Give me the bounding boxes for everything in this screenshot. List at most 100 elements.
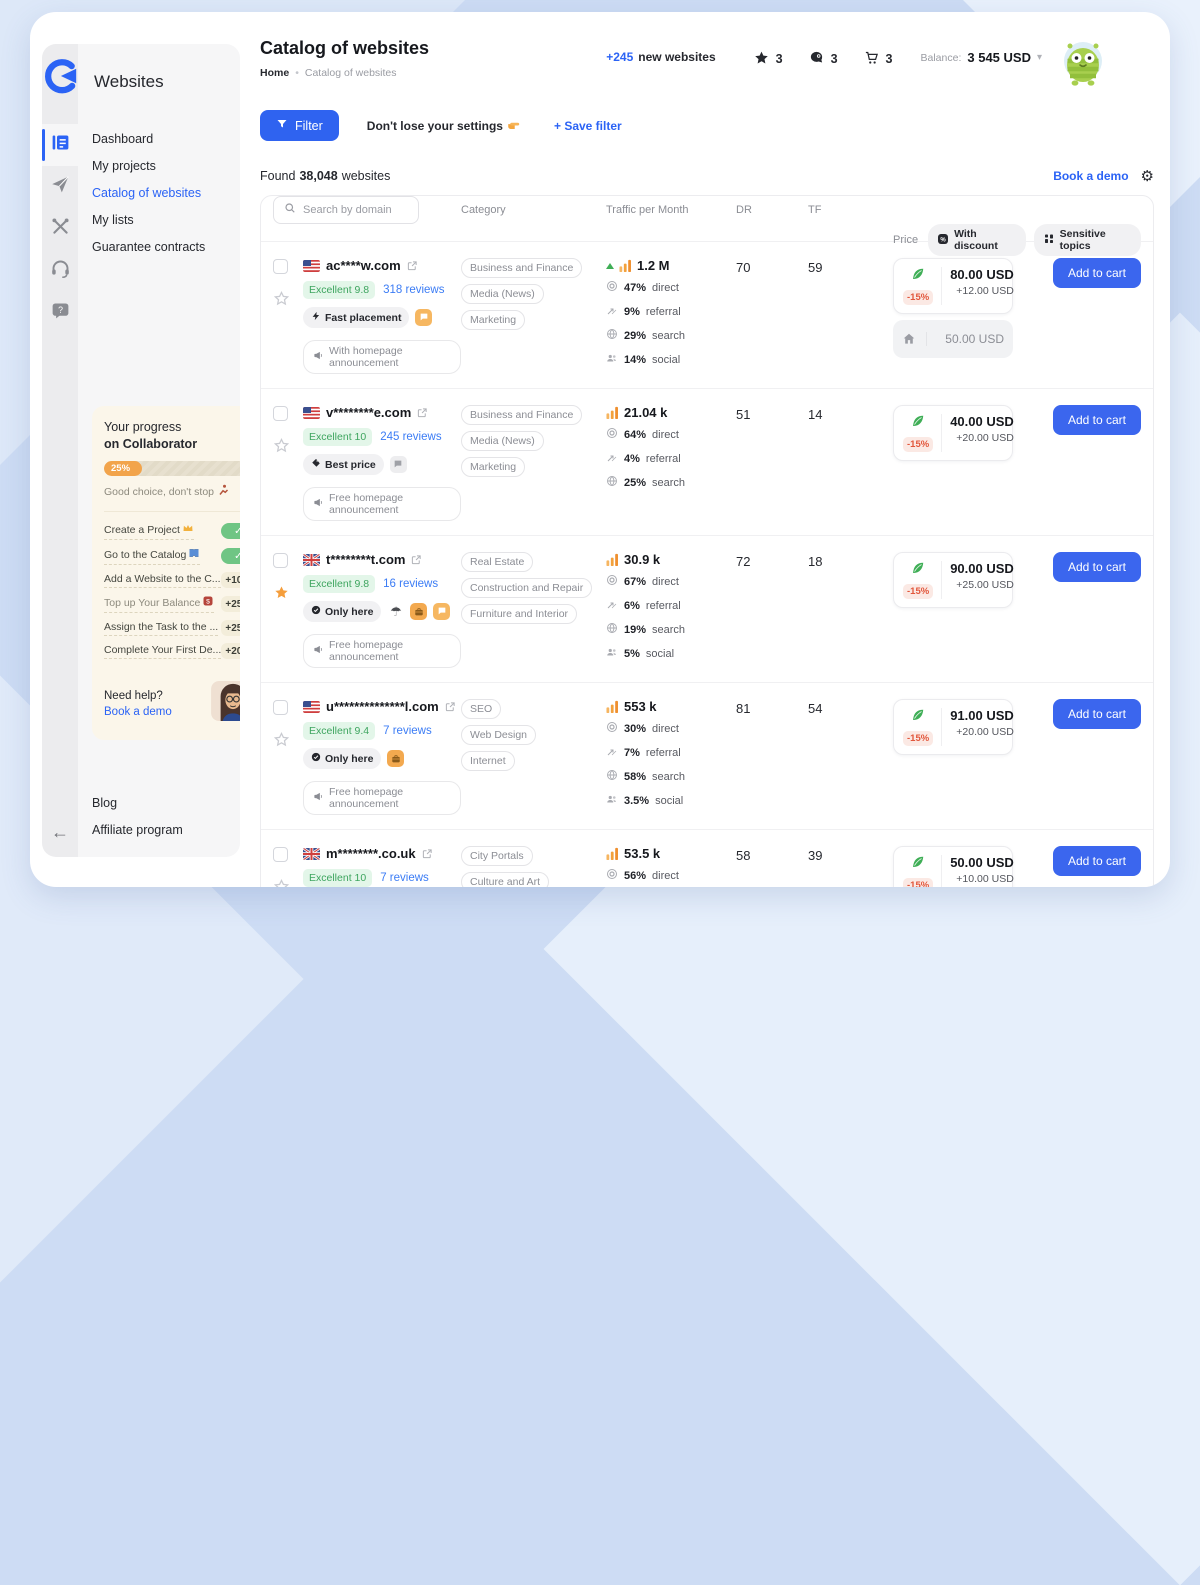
sidebar-title: Websites xyxy=(94,72,240,92)
domain-name[interactable]: m********.co.uk xyxy=(326,846,416,861)
gear-icon[interactable]: ⚙ xyxy=(1141,167,1154,185)
search-icon xyxy=(284,201,296,219)
price-card[interactable]: -15% 91.00 USD +20.00 USD xyxy=(893,699,1013,755)
page-title: Catalog of websites xyxy=(260,38,429,59)
homepage-price[interactable]: 50.00 USD xyxy=(893,320,1013,358)
sidebar-item-my-projects[interactable]: My projects xyxy=(92,159,240,173)
collapse-sidebar-button[interactable]: ← xyxy=(51,822,69,843)
reviews-link[interactable]: 16 reviews xyxy=(383,578,438,590)
traffic-value: 53.5 k xyxy=(624,846,660,861)
homepage-price-value: 50.00 USD xyxy=(935,332,1004,346)
direct-icon xyxy=(606,573,618,591)
reviews-link[interactable]: 7 reviews xyxy=(383,725,432,737)
category-chip: Marketing xyxy=(461,310,525,330)
book-demo-link-top[interactable]: Book a demo xyxy=(1053,169,1128,183)
price-cell: -15% 90.00 USD +25.00 USD xyxy=(893,552,1023,668)
home-icon xyxy=(902,332,927,346)
row-checkbox[interactable] xyxy=(273,553,288,568)
domain-name[interactable]: u**************l.com xyxy=(326,699,439,714)
row-checkbox[interactable] xyxy=(273,406,288,421)
counter-star-icon[interactable]: 3 xyxy=(754,50,783,68)
table-row: m********.co.uk Excellent 10 7 reviews F… xyxy=(261,830,1153,887)
traffic-bars-icon xyxy=(606,700,619,713)
balance-dropdown[interactable]: Balance: 3 545 USD ▾ xyxy=(921,50,1043,65)
rail-tools-icon[interactable] xyxy=(42,208,78,250)
search-box xyxy=(273,196,419,224)
sidebar-footer-affiliate-program[interactable]: Affiliate program xyxy=(92,823,240,837)
sidebar-footer-blog[interactable]: Blog xyxy=(92,796,240,810)
sidebar-item-catalog-of-websites[interactable]: Catalog of websites xyxy=(92,186,240,200)
rail-dashboard-icon[interactable] xyxy=(42,124,78,166)
traffic-value: 21.04 k xyxy=(624,405,667,420)
external-link-icon[interactable] xyxy=(417,407,428,418)
category-chip: Culture and Art xyxy=(461,872,549,887)
rail-send-icon[interactable] xyxy=(42,166,78,208)
progress-task: Go to the Catalog✓ xyxy=(104,547,240,565)
row-checkbox[interactable] xyxy=(273,700,288,715)
counter-cart-icon[interactable]: 3 xyxy=(864,50,893,68)
direct-icon xyxy=(606,426,618,444)
discount-badge: -15% xyxy=(903,584,933,599)
collaborator-logo-icon[interactable] xyxy=(42,58,78,94)
add-to-cart-button[interactable]: Add to cart xyxy=(1053,405,1141,435)
table-row: v********e.com Excellent 10 245 reviews … xyxy=(261,389,1153,536)
sidebar-item-guarantee-contracts[interactable]: Guarantee contracts xyxy=(92,240,240,254)
traffic-cell: 1.2 M 47%direct9%referral29%search14%soc… xyxy=(606,258,736,374)
price-main: 91.00 USD xyxy=(950,708,1014,723)
external-link-icon[interactable] xyxy=(411,554,422,565)
category-chip: Media (News) xyxy=(461,431,544,451)
reviews-link[interactable]: 318 reviews xyxy=(383,284,444,296)
domain-name[interactable]: t********t.com xyxy=(326,552,405,567)
favorite-star-icon[interactable] xyxy=(273,731,290,748)
external-link-icon[interactable] xyxy=(445,701,456,712)
reviews-link[interactable]: 245 reviews xyxy=(380,431,441,443)
external-link-icon[interactable] xyxy=(422,848,433,859)
favorite-star-icon[interactable] xyxy=(273,437,290,454)
favorite-star-icon[interactable] xyxy=(273,584,290,601)
support-agent-avatar[interactable] xyxy=(211,681,240,726)
book-demo-link[interactable]: Book a demo xyxy=(104,706,172,718)
favorite-star-icon[interactable] xyxy=(273,290,290,307)
price-card[interactable]: -15% 90.00 USD +25.00 USD xyxy=(893,552,1013,608)
search-icon xyxy=(606,768,618,786)
favorite-star-icon[interactable] xyxy=(273,878,290,887)
counter-value: 3 xyxy=(776,52,783,66)
announcement-badge: Free homepage announcement xyxy=(303,634,461,668)
price-extra: +20.00 USD xyxy=(950,432,1014,444)
row-checkbox[interactable] xyxy=(273,847,288,862)
search-input[interactable] xyxy=(303,204,408,216)
price-card[interactable]: -15% 80.00 USD +12.00 USD xyxy=(893,258,1013,314)
tf-value: 14 xyxy=(808,405,893,521)
domain-name[interactable]: ac****w.com xyxy=(326,258,401,273)
add-to-cart-button[interactable]: Add to cart xyxy=(1053,699,1141,729)
traffic-stat-search: 58%search xyxy=(606,768,736,786)
reviews-link[interactable]: 7 reviews xyxy=(380,872,429,884)
sidebar-item-my-lists[interactable]: My lists xyxy=(92,213,240,227)
dr-value: 72 xyxy=(736,552,808,668)
announcement-badge: With homepage announcement xyxy=(303,340,461,374)
add-to-cart-button[interactable]: Add to cart xyxy=(1053,846,1141,876)
sidebar-item-dashboard[interactable]: Dashboard xyxy=(92,132,240,146)
progress-percent: 25% xyxy=(111,463,130,474)
domain-name[interactable]: v********e.com xyxy=(326,405,411,420)
external-link-icon[interactable] xyxy=(407,260,418,271)
filter-button[interactable]: Filter xyxy=(260,110,339,141)
rating-badge: Excellent 10 xyxy=(303,869,372,887)
breadcrumb-home[interactable]: Home xyxy=(260,67,289,79)
traffic-stat-referral: 7%referral xyxy=(606,744,736,762)
rating-badge: Excellent 9.8 xyxy=(303,575,375,593)
save-filter-link[interactable]: + Save filter xyxy=(554,119,622,133)
rail-help-icon[interactable]: ? xyxy=(42,292,78,334)
rail-support-icon[interactable] xyxy=(42,250,78,292)
price-card[interactable]: -15% 40.00 USD +20.00 USD xyxy=(893,405,1013,461)
row-checkbox[interactable] xyxy=(273,259,288,274)
briefcase-icon xyxy=(410,603,427,620)
price-card[interactable]: -15% 50.00 USD +10.00 USD xyxy=(893,846,1013,887)
user-avatar[interactable] xyxy=(1058,38,1108,88)
category-chip: Web Design xyxy=(461,725,536,745)
referral-icon xyxy=(606,303,618,321)
counter-chat-icon[interactable]: 3 xyxy=(809,50,838,68)
add-to-cart-button[interactable]: Add to cart xyxy=(1053,552,1141,582)
book-icon xyxy=(188,547,200,562)
add-to-cart-button[interactable]: Add to cart xyxy=(1053,258,1141,288)
